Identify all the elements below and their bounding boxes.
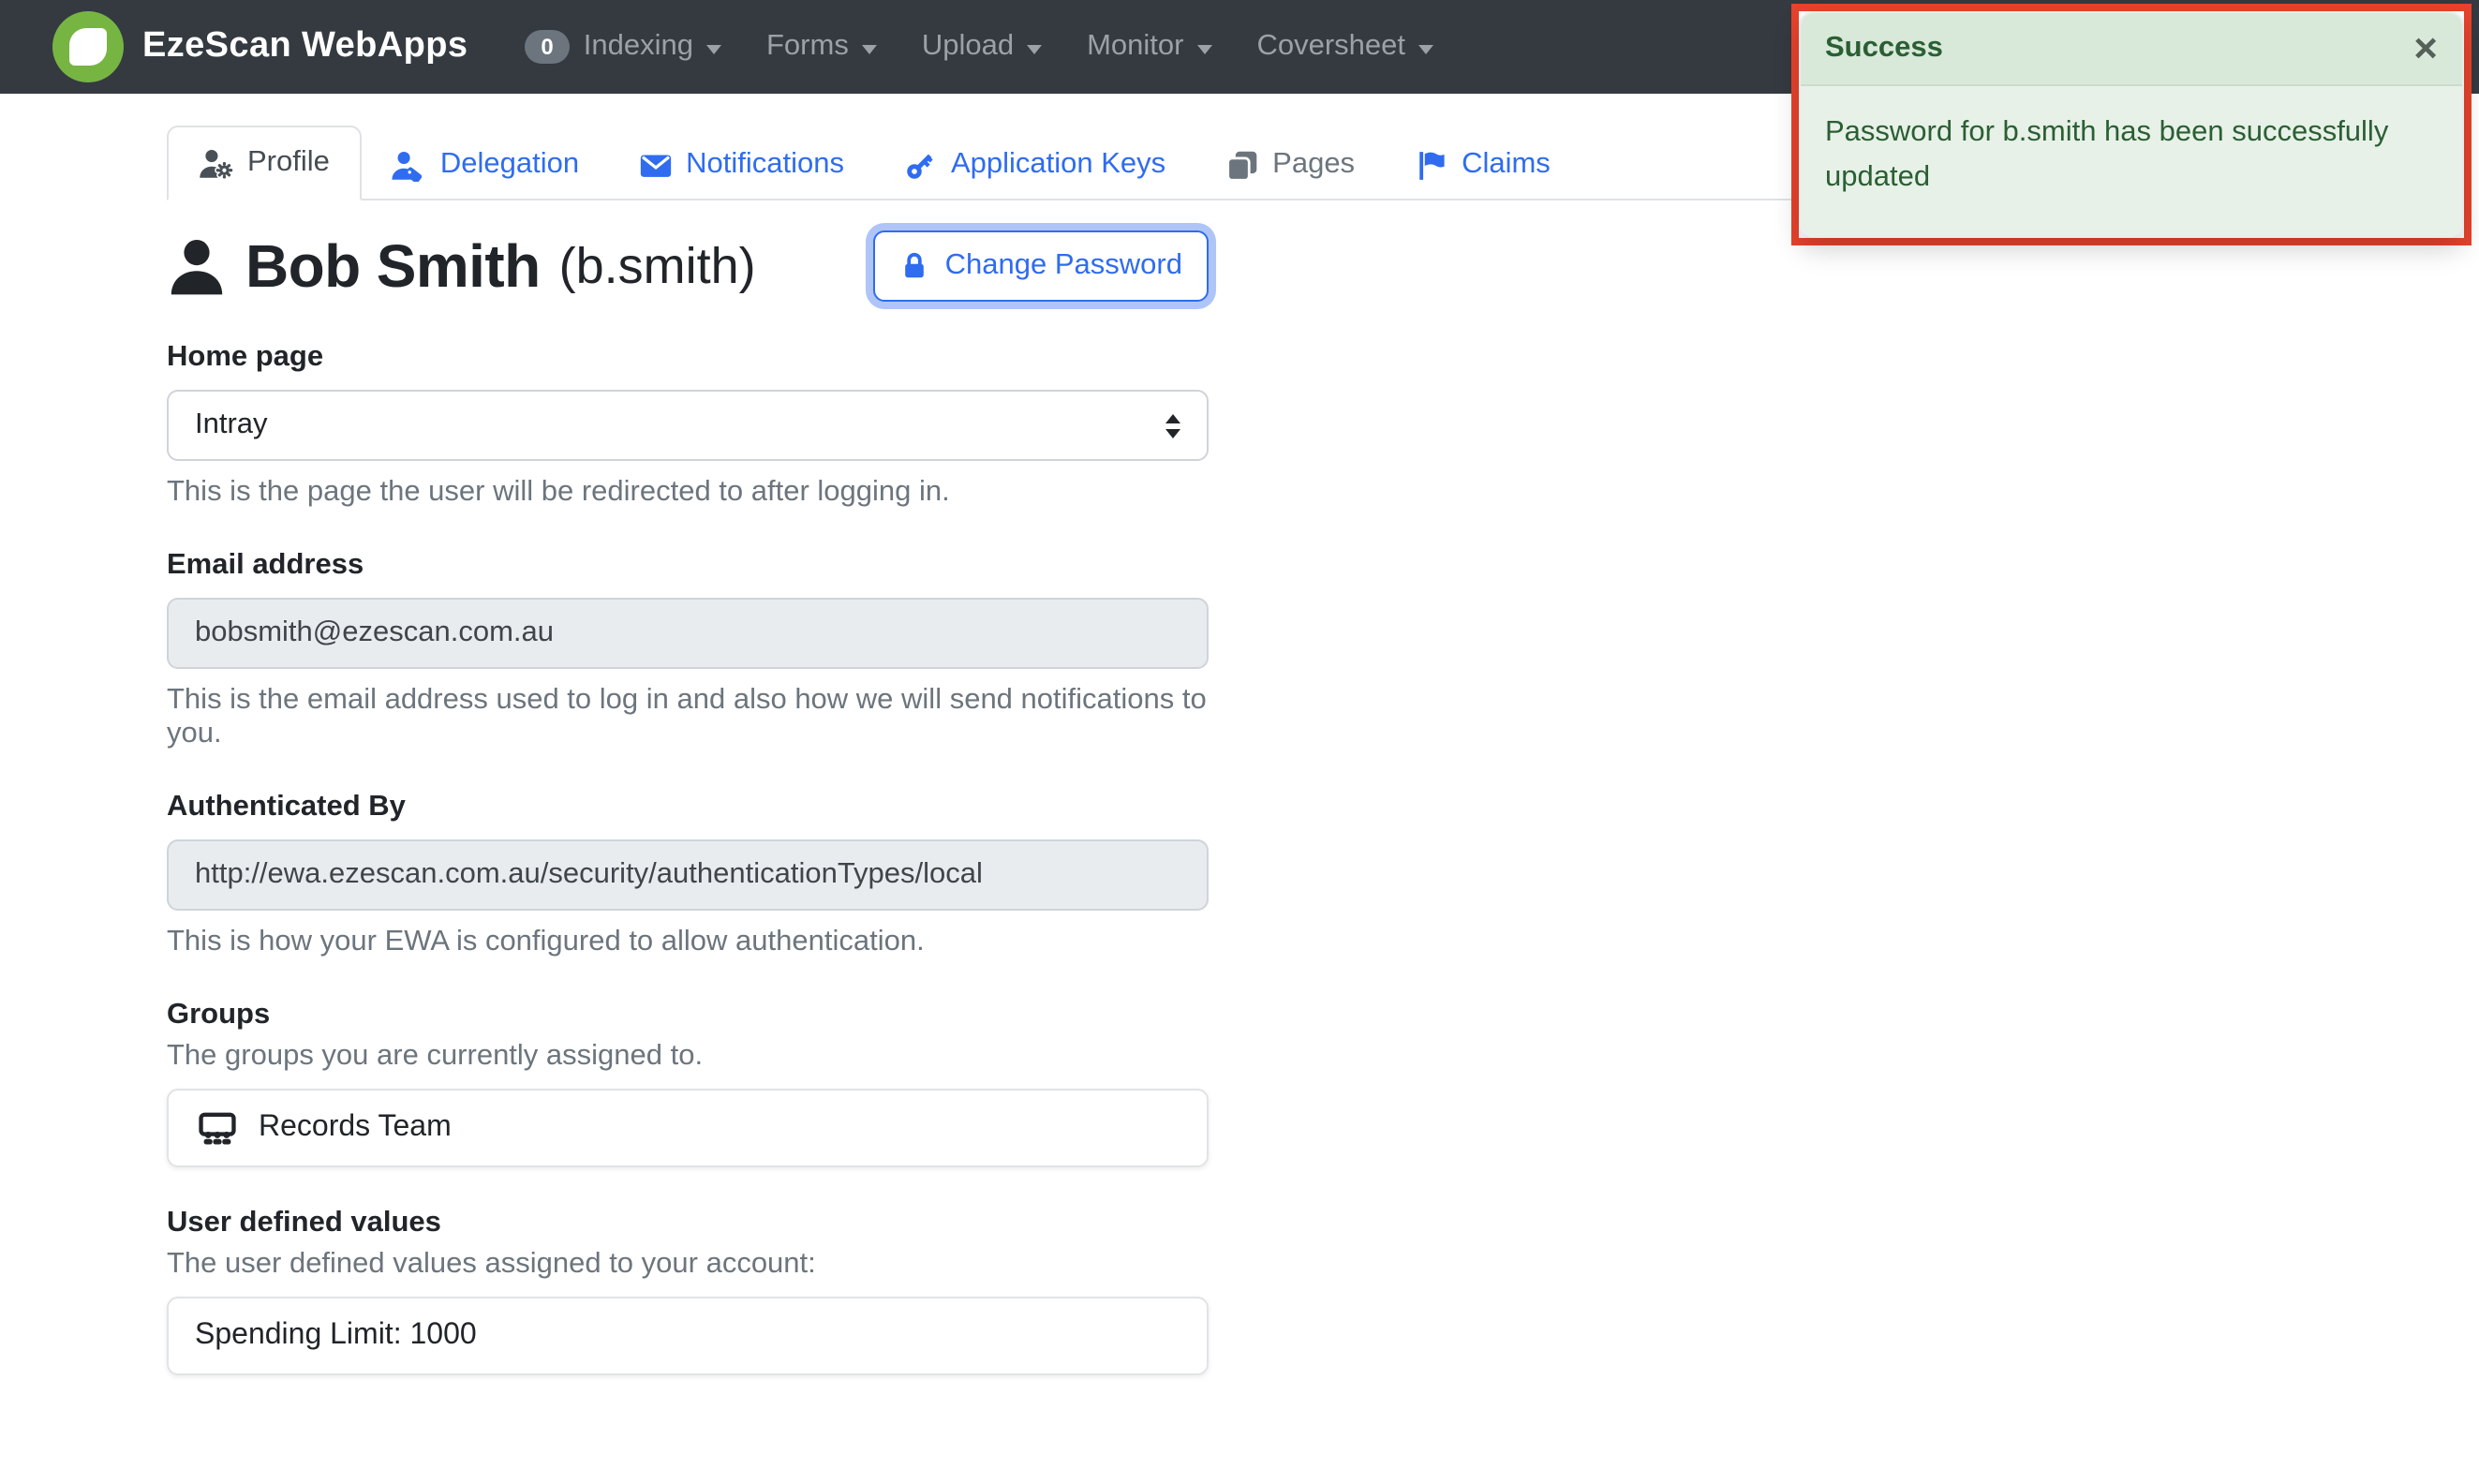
- email-help: This is the email address used to log in…: [167, 684, 1209, 751]
- menu-label: Forms: [766, 30, 849, 64]
- tab-pages[interactable]: Pages: [1195, 129, 1385, 200]
- tab-claims[interactable]: Claims: [1385, 129, 1581, 200]
- groups-help: The groups you are currently assigned to…: [167, 1040, 1209, 1074]
- chevron-down-icon: [706, 44, 721, 53]
- email-section: Email address bobsmith@ezescan.com.au Th…: [167, 549, 1209, 751]
- menu-label: Coversheet: [1256, 30, 1405, 64]
- annotation-highlight-box: Success × Password for b.smith has been …: [1791, 4, 2472, 245]
- email-label: Email address: [167, 549, 1209, 583]
- person-gear-icon: [199, 147, 234, 179]
- indexing-count-badge: 0: [524, 30, 570, 64]
- toast-title: Success: [1825, 32, 1943, 66]
- toast-message: Password for b.smith has been successful…: [1801, 86, 2462, 236]
- flag-icon: [1415, 149, 1448, 181]
- tab-label: Notifications: [686, 148, 844, 182]
- tab-label: Delegation: [440, 148, 579, 182]
- menu-item-coversheet[interactable]: Coversheet: [1234, 15, 1456, 79]
- udv-list: Spending Limit: 1000: [167, 1297, 1209, 1375]
- envelope-icon: [639, 149, 673, 181]
- authenticated-by-section: Authenticated By http://ewa.ezescan.com.…: [167, 791, 1209, 959]
- menu-label: Upload: [922, 30, 1014, 64]
- authenticated-by-label: Authenticated By: [167, 791, 1209, 824]
- toast-header: Success ×: [1801, 13, 2462, 86]
- group-name: Records Team: [259, 1111, 452, 1145]
- people-group-icon: [195, 1111, 240, 1145]
- tab-label: Pages: [1272, 148, 1355, 182]
- user-login-name: (b.smith): [559, 237, 756, 295]
- menu-item-forms[interactable]: Forms: [744, 15, 899, 79]
- select-arrows-icon: [1165, 413, 1180, 438]
- tab-application-keys[interactable]: Application Keys: [874, 129, 1195, 200]
- authenticated-by-field: http://ewa.ezescan.com.au/security/authe…: [167, 839, 1209, 911]
- udv-label: User defined values: [167, 1207, 1209, 1240]
- brand-link[interactable]: EzeScan WebApps: [52, 11, 468, 82]
- lock-icon: [900, 251, 930, 281]
- udv-value: Spending Limit: 1000: [195, 1319, 477, 1353]
- home-page-label: Home page: [167, 341, 1209, 375]
- home-page-help: This is the page the user will be redire…: [167, 476, 1209, 510]
- person-icon: [167, 236, 227, 296]
- change-password-label: Change Password: [945, 249, 1182, 283]
- tab-notifications[interactable]: Notifications: [609, 129, 874, 200]
- ezescan-logo-icon: [52, 11, 124, 82]
- app-window: EzeScan WebApps 0 Indexing Forms Upload …: [0, 0, 2479, 1484]
- user-defined-values-section: User defined values The user defined val…: [167, 1207, 1209, 1375]
- group-list-item: Records Team: [169, 1091, 1207, 1165]
- person-tag-icon: [392, 149, 427, 181]
- tab-profile[interactable]: Profile: [167, 126, 362, 200]
- menu-label: Indexing: [584, 30, 693, 64]
- chevron-down-icon: [862, 44, 877, 53]
- user-identity: Bob Smith (b.smith): [167, 231, 756, 301]
- chevron-down-icon: [1027, 44, 1042, 53]
- authenticated-by-help: This is how your EWA is configured to al…: [167, 926, 1209, 959]
- udv-list-item: Spending Limit: 1000: [169, 1298, 1207, 1373]
- groups-list: Records Team: [167, 1089, 1209, 1167]
- groups-section: Groups The groups you are currently assi…: [167, 999, 1209, 1167]
- brand-title: EzeScan WebApps: [142, 26, 468, 67]
- close-icon[interactable]: ×: [2413, 28, 2438, 69]
- tab-label: Profile: [247, 146, 330, 180]
- menu-item-monitor[interactable]: Monitor: [1064, 15, 1234, 79]
- email-field: bobsmith@ezescan.com.au: [167, 598, 1209, 669]
- groups-label: Groups: [167, 999, 1209, 1032]
- pages-copy-icon: [1225, 149, 1259, 181]
- main-menu: 0 Indexing Forms Upload Monitor Covershe…: [501, 15, 1456, 79]
- udv-help: The user defined values assigned to your…: [167, 1248, 1209, 1282]
- profile-header: Bob Smith (b.smith) Change Password: [167, 230, 1209, 302]
- chevron-down-icon: [1196, 44, 1211, 53]
- user-full-name: Bob Smith: [245, 231, 541, 301]
- success-toast: Success × Password for b.smith has been …: [1799, 11, 2464, 238]
- tab-label: Application Keys: [951, 148, 1165, 182]
- menu-label: Monitor: [1087, 30, 1183, 64]
- menu-item-upload[interactable]: Upload: [899, 15, 1064, 79]
- change-password-button[interactable]: Change Password: [874, 230, 1209, 302]
- chevron-down-icon: [1418, 44, 1433, 53]
- home-page-section: Home page Intray This is the page the us…: [167, 341, 1209, 510]
- key-icon: [904, 149, 938, 181]
- tab-label: Claims: [1462, 148, 1551, 182]
- tab-delegation[interactable]: Delegation: [362, 129, 609, 200]
- home-page-select[interactable]: Intray: [167, 390, 1209, 461]
- home-page-selected-value: Intray: [195, 408, 268, 442]
- menu-item-indexing[interactable]: 0 Indexing: [501, 15, 744, 79]
